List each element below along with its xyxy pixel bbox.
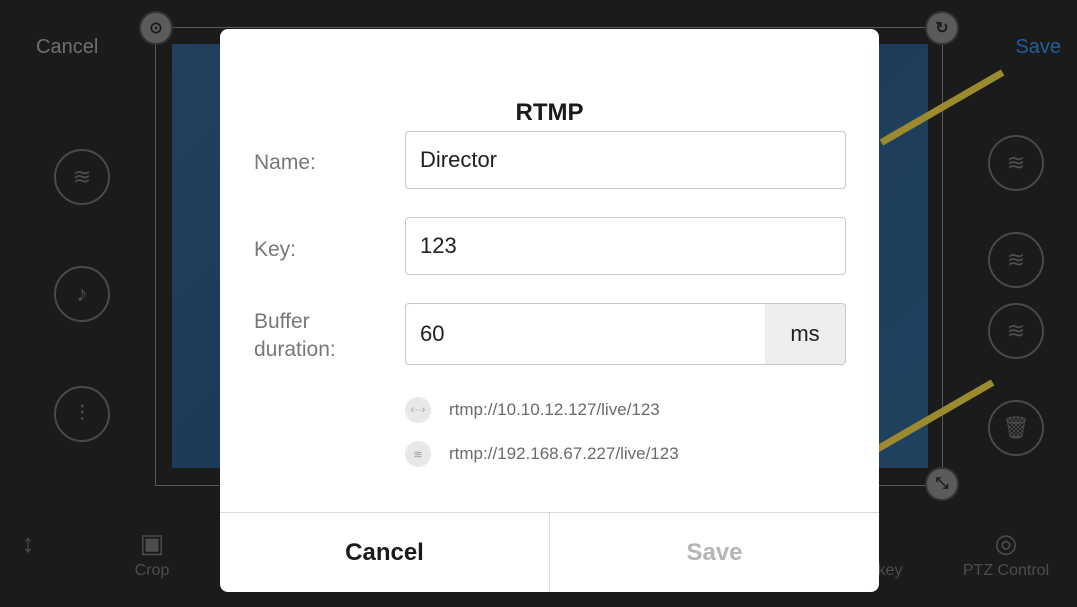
ptz-control-tool[interactable]: ◎ PTZ Control	[946, 528, 1066, 580]
rtmp-dialog: RTMP Name: Director Key: 123 Buffer dura…	[220, 29, 879, 592]
ethernet-icon: ‹··›	[405, 397, 431, 423]
wifi-url-row: ≋ rtmp://192.168.67.227/live/123	[405, 441, 679, 467]
delete-icon[interactable]: 🗑	[988, 400, 1044, 456]
name-input[interactable]: Director	[405, 131, 846, 189]
ethernet-url-row: ‹··› rtmp://10.10.12.127/live/123	[405, 397, 660, 423]
height-tool[interactable]: ↕	[16, 528, 40, 562]
music-note-icon[interactable]: ♪	[54, 266, 110, 322]
layer-down-icon[interactable]: ≋	[988, 303, 1044, 359]
layer-up-icon[interactable]: ≋	[988, 232, 1044, 288]
crop-label: Crop	[134, 562, 170, 579]
crop-icon: ▣	[139, 528, 165, 558]
wifi-icon: ≋	[405, 441, 431, 467]
top-cancel-button[interactable]: Cancel	[36, 36, 98, 59]
key-label: Key:	[254, 238, 297, 261]
buffer-label: Buffer duration:	[254, 308, 336, 364]
buffer-label-line2: duration:	[254, 338, 336, 361]
mixer-icon[interactable]: ⫶	[54, 386, 110, 442]
wifi-url: rtmp://192.168.67.227/live/123	[449, 444, 679, 463]
crop-tool[interactable]: ▣ Crop	[120, 528, 184, 580]
ethernet-url: rtmp://10.10.12.127/live/123	[449, 400, 660, 419]
buffer-label-line1: Buffer	[254, 310, 310, 333]
rotate-handle-icon[interactable]: ↻	[925, 11, 959, 45]
cancel-button[interactable]: Cancel	[220, 513, 550, 592]
move-handle-icon[interactable]: ⊙	[139, 11, 173, 45]
name-label: Name:	[254, 151, 316, 174]
save-button[interactable]: Save	[550, 513, 879, 592]
resize-handle-icon[interactable]: ⤡	[925, 467, 959, 501]
ptz-label: PTZ Control	[962, 562, 1050, 579]
select-layer-icon[interactable]: ≋	[988, 135, 1044, 191]
buffer-duration-input[interactable]: 60	[405, 303, 766, 365]
height-arrow-icon: ↕	[21, 528, 35, 558]
add-layer-icon[interactable]: ≋	[54, 149, 110, 205]
key-input[interactable]: 123	[405, 217, 846, 275]
ptz-joystick-icon: ◎	[994, 528, 1018, 558]
buffer-unit: ms	[765, 303, 846, 365]
top-save-button[interactable]: Save	[1015, 36, 1061, 59]
key-label: key	[877, 562, 903, 579]
dialog-title: RTMP	[515, 99, 584, 126]
dialog-footer: Cancel Save	[220, 512, 879, 592]
